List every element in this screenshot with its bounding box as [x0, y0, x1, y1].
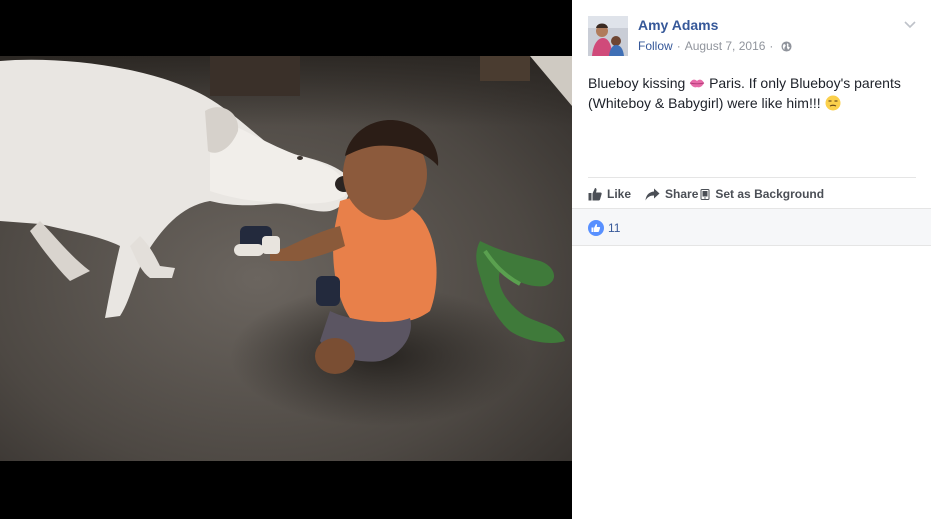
- avatar[interactable]: [588, 16, 628, 56]
- share-arrow-icon: [645, 188, 660, 200]
- author-name[interactable]: Amy Adams: [638, 17, 718, 33]
- phone-icon: [700, 188, 710, 200]
- caption-text-1: Blueboy kissing: [588, 75, 686, 91]
- like-badge-icon: [588, 220, 604, 236]
- chevron-down-icon[interactable]: [902, 18, 918, 32]
- post-sidebar: Amy Adams Follow · August 7, 2016 · Blue…: [572, 0, 931, 519]
- meta-separator-2: ·: [769, 39, 774, 53]
- post-date[interactable]: August 7, 2016: [685, 39, 766, 53]
- follow-link[interactable]: Follow: [638, 39, 673, 53]
- post-caption: Blueboy kissing Paris. If only Blueboy's…: [588, 73, 918, 113]
- share-label: Share: [665, 187, 699, 201]
- photo-stage: [0, 0, 572, 519]
- set-background-label: Set as Background: [715, 187, 825, 201]
- unamused-face-emoji-icon: [825, 95, 841, 111]
- thumbs-up-icon: [588, 188, 602, 201]
- photo-viewer: Amy Adams Follow · August 7, 2016 · Blue…: [0, 0, 931, 519]
- like-label: Like: [607, 187, 632, 201]
- avatar-image: [588, 16, 628, 56]
- globe-icon[interactable]: [781, 40, 792, 52]
- like-button[interactable]: Like: [588, 187, 631, 201]
- share-button[interactable]: Share: [645, 187, 698, 201]
- set-background-button[interactable]: Set as Background: [700, 187, 824, 201]
- post-photo[interactable]: [0, 56, 572, 461]
- post-actions: Like Share Set as Background: [588, 177, 916, 210]
- reactions-bar: 11: [572, 208, 931, 246]
- like-count-value: 11: [608, 221, 621, 235]
- post-header: Amy Adams Follow · August 7, 2016 ·: [588, 16, 918, 56]
- like-count[interactable]: 11: [588, 220, 620, 236]
- post-meta: Follow · August 7, 2016 ·: [638, 39, 792, 53]
- kiss-lips-emoji-icon: [690, 79, 705, 88]
- meta-separator: ·: [676, 39, 681, 53]
